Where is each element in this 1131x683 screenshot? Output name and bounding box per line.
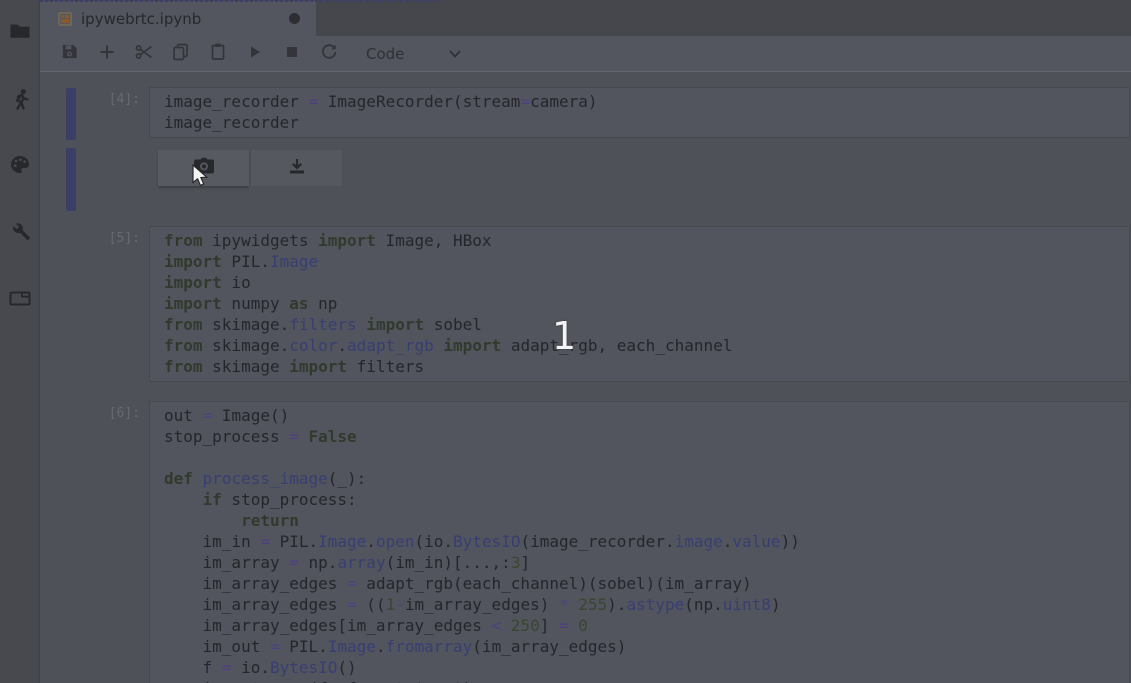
run-cell-button[interactable]	[236, 39, 273, 69]
insert-cell-button[interactable]	[88, 39, 125, 69]
cell-6-prompt: [6]:	[70, 406, 140, 421]
restart-kernel-button[interactable]	[310, 39, 347, 69]
tab-title: ipywebrtc.ipynb	[81, 10, 201, 28]
notebook-toolbar: Code	[40, 36, 1131, 72]
cell-4-code[interactable]: image_recorder = ImageRecorder(stream=ca…	[149, 87, 1130, 138]
cell-type-select[interactable]: Code	[366, 44, 462, 63]
interrupt-kernel-button[interactable]	[273, 39, 310, 69]
sidebar-item-running-sessions[interactable]	[0, 83, 39, 117]
cell-type-value: Code	[366, 45, 404, 63]
wrench-icon	[8, 219, 32, 243]
mouse-cursor	[191, 164, 214, 193]
copy-icon	[171, 42, 190, 65]
cell-5-code[interactable]: from ipywidgets import Image, HBoximport…	[149, 226, 1130, 382]
plus-icon	[98, 43, 116, 65]
download-button[interactable]	[251, 150, 342, 186]
jupyterlab-window: ipywebrtc.ipynb	[0, 0, 1131, 683]
left-sidebar	[0, 0, 40, 683]
cell-4-output-collapser[interactable]	[66, 148, 76, 211]
floppy-icon	[60, 42, 79, 65]
clipboard-icon	[209, 42, 227, 65]
cut-cells-button[interactable]	[125, 39, 162, 69]
dock-tab-bar: ipywebrtc.ipynb	[40, 0, 1131, 36]
play-icon	[247, 44, 263, 64]
runner-icon	[8, 87, 32, 113]
unsaved-changes-dot[interactable]	[289, 13, 300, 24]
tabs-icon	[7, 286, 33, 310]
cell-5-prompt: [5]:	[70, 231, 140, 246]
click-counter-badge: 1	[552, 314, 576, 358]
sidebar-item-property-inspector[interactable]	[0, 214, 39, 248]
download-icon	[288, 158, 306, 179]
sidebar-item-open-tabs[interactable]	[0, 281, 39, 315]
sidebar-item-file-browser[interactable]	[0, 14, 39, 48]
refresh-icon	[320, 43, 338, 65]
save-button[interactable]	[51, 39, 88, 69]
notebook-file-icon	[58, 12, 72, 26]
notebook-tab[interactable]: ipywebrtc.ipynb	[40, 1, 316, 36]
folder-icon	[8, 19, 32, 43]
copy-cells-button[interactable]	[162, 39, 199, 69]
palette-icon	[8, 153, 32, 177]
sidebar-item-command-palette[interactable]	[0, 148, 39, 182]
paste-cells-button[interactable]	[199, 39, 236, 69]
tab-top-accent-line	[40, 0, 438, 2]
chevron-down-icon	[448, 44, 462, 63]
cell-4-prompt: [4]:	[70, 92, 140, 107]
cell-6-code[interactable]: out = Image()stop_process = False def pr…	[149, 401, 1130, 683]
stop-icon	[285, 44, 299, 63]
scissors-icon	[134, 43, 154, 65]
